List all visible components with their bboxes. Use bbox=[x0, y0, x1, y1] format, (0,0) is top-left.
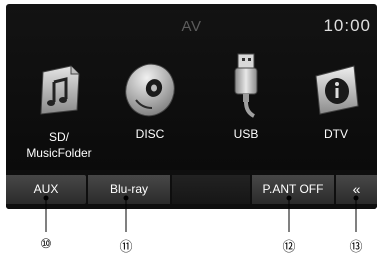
callout-lines bbox=[43, 195, 359, 232]
callout-number-12: ⑫ bbox=[282, 239, 296, 254]
callout-11-pointer bbox=[123, 195, 129, 232]
callout-number-13: ⑬ bbox=[349, 239, 363, 254]
callout-number-11: ⑪ bbox=[119, 239, 133, 254]
callout-13-pointer bbox=[353, 195, 359, 232]
callout-10-pointer bbox=[43, 195, 49, 232]
callout-12-pointer bbox=[286, 195, 292, 232]
callout-number-10: ⑩ bbox=[40, 236, 52, 251]
